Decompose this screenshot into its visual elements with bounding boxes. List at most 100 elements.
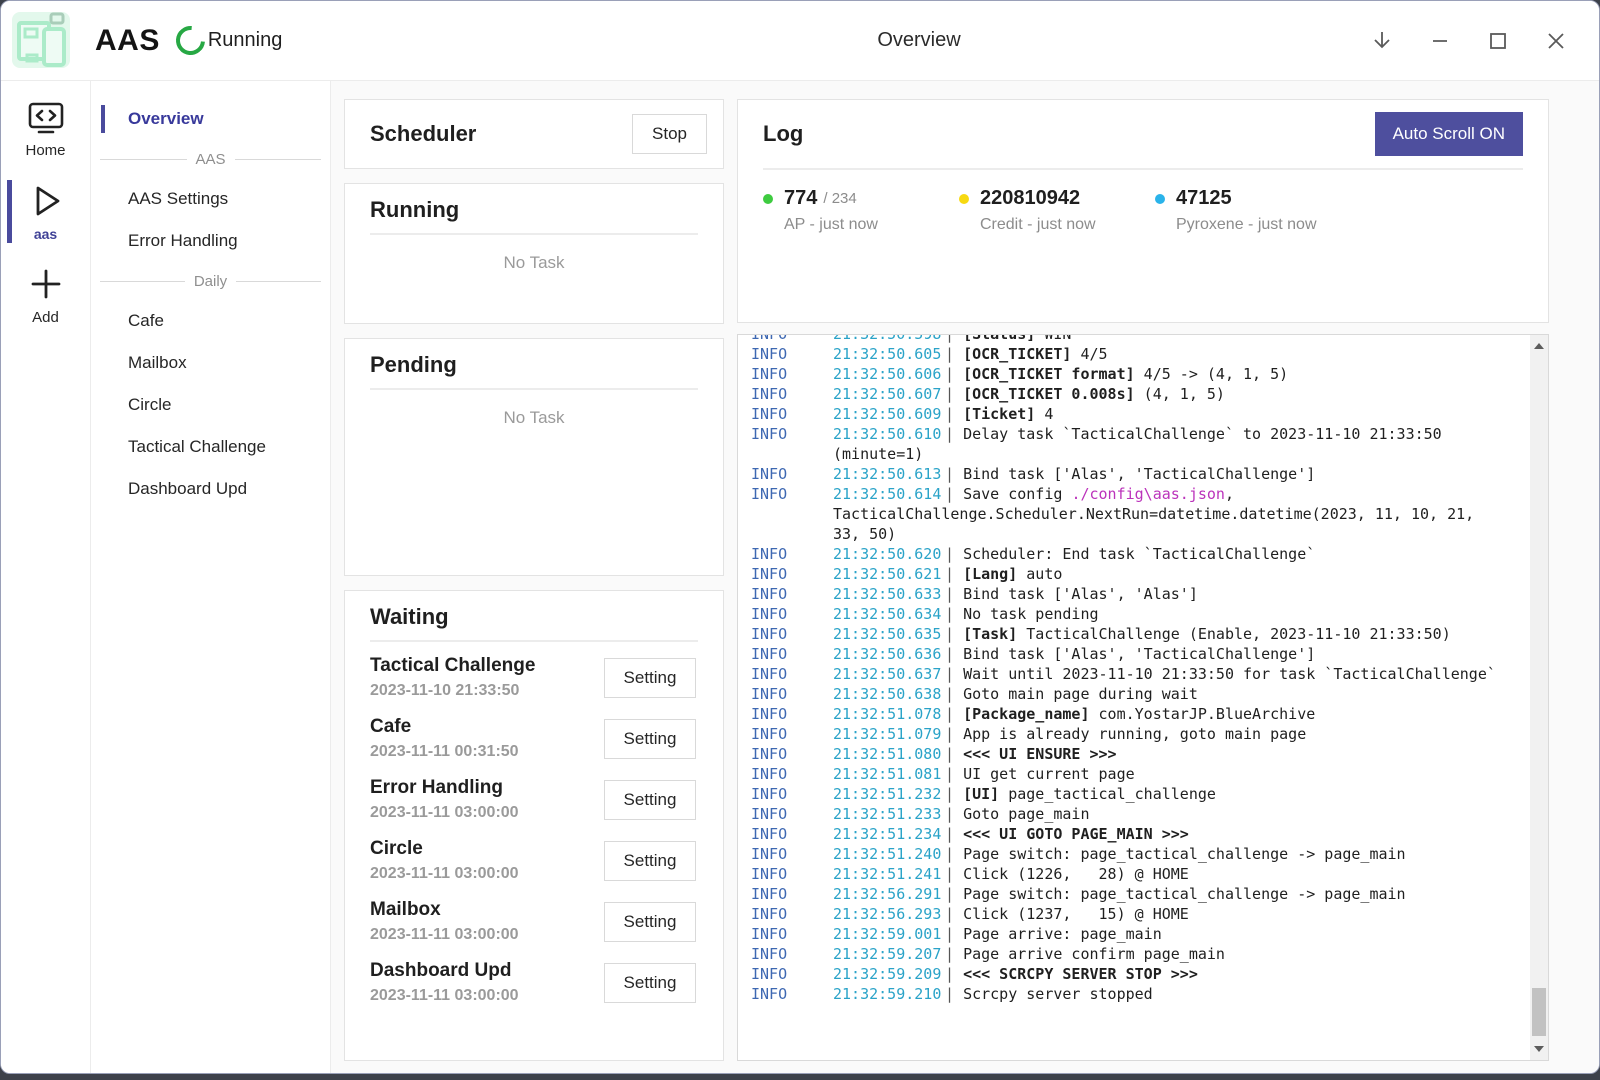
log-text-segment: Page switch: page_tactical_challenge -> … [963, 845, 1406, 863]
log-time: 21:32:51.234 [833, 824, 945, 844]
log-text-segment: Click (1226, 28) @ HOME [963, 865, 1189, 883]
log-scroll-area: INFO21:32:50.598| [Status] WININFO21:32:… [738, 335, 1530, 1060]
stat-label: Pyroxene - just now [1176, 216, 1351, 234]
task-setting-button-mailbox[interactable]: Setting [604, 902, 696, 942]
content-area: Home aas Add OverviewAASAAS SettingsErro… [1, 81, 1599, 1074]
scheduler-title: Scheduler [370, 121, 476, 147]
log-level: INFO [751, 784, 833, 804]
task-name: Dashboard Upd [370, 960, 519, 982]
stat-value-row: 774/ 234 [763, 187, 959, 210]
stat-group: 47125Pyroxene - just now [1155, 187, 1351, 234]
log-level: INFO [751, 964, 833, 984]
log-time: 21:32:56.293 [833, 904, 945, 924]
task-name: Cafe [370, 716, 519, 738]
maximize-icon[interactable] [1485, 28, 1511, 54]
log-text-segment: Bind task ['Alas', 'Alas'] [963, 585, 1198, 603]
nav-menu: OverviewAASAAS SettingsError HandlingDai… [91, 81, 331, 1074]
running-card: Running No Task [344, 183, 724, 324]
scroll-up-arrow-icon[interactable] [1534, 343, 1544, 349]
plus-icon [25, 264, 67, 304]
log-time: 21:32:50.610 [833, 424, 945, 444]
log-level: INFO [751, 335, 833, 344]
nav-item-dashboard-upd[interactable]: Dashboard Upd [91, 468, 330, 510]
task-setting-button-circle[interactable]: Setting [604, 841, 696, 881]
nav-item-label: Dashboard Upd [128, 479, 247, 499]
log-time: 21:32:50.636 [833, 644, 945, 664]
rail-item-aas[interactable]: aas [1, 177, 90, 246]
log-line: INFO21:32:51.233| Goto page_main [751, 804, 1530, 824]
scroll-down-arrow-icon[interactable] [1534, 1046, 1544, 1052]
log-scrollbar[interactable] [1530, 335, 1548, 1060]
stat-group: 220810942Credit - just now [959, 187, 1155, 234]
app-window: AAS Running Overview [0, 0, 1600, 1074]
log-level: INFO [751, 904, 833, 924]
log-level: INFO [751, 464, 833, 484]
log-time: 21:32:50.637 [833, 664, 945, 684]
log-text-segment: Bind task ['Alas', 'TacticalChallenge'] [963, 465, 1315, 483]
log-separator: | [945, 425, 963, 443]
log-level: INFO [751, 924, 833, 944]
log-text-segment: 4/5 -> (4, 1, 5) [1135, 365, 1289, 383]
log-text-segment: Scheduler: End task `TacticalChallenge` [963, 545, 1315, 563]
log-line: INFO21:32:50.607| [OCR_TICKET 0.008s] (4… [751, 384, 1530, 404]
log-text-segment: Bind task ['Alas', 'TacticalChallenge'] [963, 645, 1315, 663]
log-text-segment: Goto main page during wait [963, 685, 1198, 703]
log-text-segment: [Ticket] [963, 405, 1035, 423]
task-name: Error Handling [370, 777, 519, 799]
log-level: INFO [751, 884, 833, 904]
rail-item-add[interactable]: Add [1, 260, 90, 330]
update-download-icon[interactable] [1369, 28, 1395, 54]
log-line: INFO21:32:50.614| Save config ./config\a… [751, 484, 1530, 504]
log-lines: INFO21:32:50.598| [Status] WININFO21:32:… [751, 335, 1530, 1004]
log-level: INFO [751, 384, 833, 404]
task-setting-button-error-handling[interactable]: Setting [604, 780, 696, 820]
nav-item-mailbox[interactable]: Mailbox [91, 342, 330, 384]
waiting-card: Waiting Tactical Challenge2023-11-10 21:… [344, 590, 724, 1061]
log-text-segment: <<< SCRCPY SERVER STOP >>> [963, 965, 1198, 983]
task-setting-button-cafe[interactable]: Setting [604, 719, 696, 759]
log-console: INFO21:32:50.598| [Status] WININFO21:32:… [737, 334, 1549, 1061]
run-status: Running [176, 26, 283, 55]
nav-item-circle[interactable]: Circle [91, 384, 330, 426]
log-level: INFO [751, 844, 833, 864]
nav-item-tactical-challenge[interactable]: Tactical Challenge [91, 426, 330, 468]
scheduler-stop-button[interactable]: Stop [632, 114, 707, 154]
nav-item-cafe[interactable]: Cafe [91, 300, 330, 342]
minimize-icon[interactable] [1427, 28, 1453, 54]
nav-item-error-handling[interactable]: Error Handling [91, 220, 330, 262]
log-time: 21:32:51.240 [833, 844, 945, 864]
log-level: INFO [751, 804, 833, 824]
log-line: INFO21:32:50.621| [Lang] auto [751, 564, 1530, 584]
log-text-segment: Page switch: page_tactical_challenge -> … [963, 885, 1406, 903]
log-separator: | [945, 945, 963, 963]
log-level: INFO [751, 624, 833, 644]
rail-item-home[interactable]: Home [1, 97, 90, 163]
log-time: 21:32:50.605 [833, 344, 945, 364]
log-text-segment: Scrcpy server stopped [963, 985, 1153, 1003]
log-separator: | [945, 705, 963, 723]
log-text-segment: [OCR_TICKET] [963, 345, 1071, 363]
active-indicator [7, 180, 12, 243]
nav-item-label: Error Handling [128, 231, 238, 251]
task-info: Error Handling 2023-11-11 03:00:00 [370, 777, 519, 822]
log-text-segment: No task pending [963, 605, 1098, 623]
log-time: 21:32:50.613 [833, 464, 945, 484]
nav-section-label: Daily [194, 273, 227, 290]
log-text-segment: [Package_name] [963, 705, 1089, 723]
divider-line [235, 159, 322, 160]
log-time: 21:32:51.081 [833, 764, 945, 784]
log-line: INFO21:32:50.598| [Status] WIN [751, 335, 1530, 344]
scrollbar-thumb[interactable] [1532, 988, 1546, 1036]
task-setting-button-tactical-challenge[interactable]: Setting [604, 658, 696, 698]
task-setting-button-dashboard-upd[interactable]: Setting [604, 963, 696, 1003]
log-title: Log [763, 121, 803, 147]
nav-item-overview[interactable]: Overview [91, 98, 330, 140]
log-time: 21:32:51.232 [833, 784, 945, 804]
auto-scroll-toggle-button[interactable]: Auto Scroll ON [1375, 112, 1523, 156]
window-controls [1369, 1, 1569, 80]
task-next-run: 2023-11-11 03:00:00 [370, 987, 519, 1005]
close-icon[interactable] [1543, 28, 1569, 54]
task-next-run: 2023-11-11 03:00:00 [370, 804, 519, 822]
nav-item-aas-settings[interactable]: AAS Settings [91, 178, 330, 220]
nav-item-label: AAS Settings [128, 189, 228, 209]
